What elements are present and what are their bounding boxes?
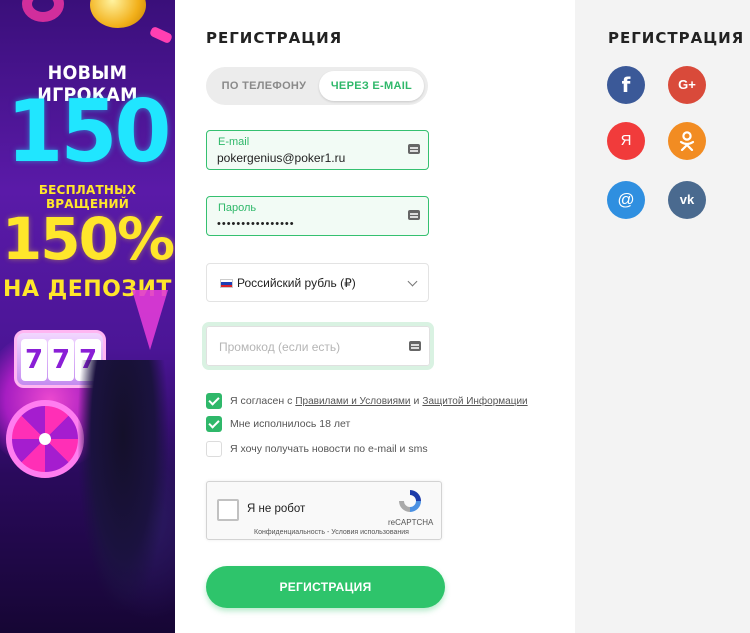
google-plus-login-button[interactable]: G+ xyxy=(668,66,706,104)
terms-link[interactable]: Правилами и Условиями xyxy=(295,396,410,407)
autofill-key-icon[interactable] xyxy=(408,144,420,154)
recaptcha-label: Я не робот xyxy=(247,503,306,515)
registration-page: НОВЫМ ИГРОКАМ 150 БЕСПЛАТНЫХ ВРАЩЕНИЙ 15… xyxy=(0,0,750,633)
social-title: РЕГИСТРАЦИЯ xyxy=(608,29,745,47)
vkontakte-login-button[interactable]: vk xyxy=(668,181,706,219)
age-confirm-row: Мне исполнилось 18 лет xyxy=(206,415,350,433)
recaptcha-links[interactable]: Конфиденциальность - Условия использован… xyxy=(254,529,409,536)
banner-ring-decoration xyxy=(22,0,64,22)
email-input[interactable] xyxy=(217,149,402,166)
promo-banner[interactable]: НОВЫМ ИГРОКАМ 150 БЕСПЛАТНЫХ ВРАЩЕНИЙ 15… xyxy=(0,0,175,633)
terms-checkbox[interactable] xyxy=(206,393,222,409)
registration-method-tabs: ПО ТЕЛЕФОНУ ЧЕРЕЗ E-MAIL xyxy=(206,67,428,105)
newsletter-row: Я хочу получать новости по e-mail и sms xyxy=(206,440,428,458)
recaptcha-checkbox[interactable] xyxy=(217,499,239,521)
vk-icon: vk xyxy=(679,192,695,207)
russia-flag-icon xyxy=(220,279,233,288)
facebook-login-button[interactable]: f xyxy=(607,66,645,104)
google-plus-icon: G+ xyxy=(678,77,696,92)
yandex-icon: Я xyxy=(620,132,632,149)
at-sign-icon: @ xyxy=(617,190,635,209)
facebook-icon: f xyxy=(621,73,631,97)
promo-code-input[interactable] xyxy=(219,339,399,355)
autofill-key-icon[interactable] xyxy=(409,341,421,351)
recaptcha-brand: reCAPTCHA xyxy=(388,518,434,527)
autofill-key-icon[interactable] xyxy=(408,210,420,220)
password-label: Пароль xyxy=(218,202,257,214)
odnoklassniki-login-button[interactable] xyxy=(668,122,706,160)
registration-form: РЕГИСТРАЦИЯ ПО ТЕЛЕФОНУ ЧЕРЕЗ E-MAIL E-m… xyxy=(175,0,575,633)
currency-select[interactable]: Российский рубль (₽) xyxy=(206,263,429,302)
form-title: РЕГИСТРАЦИЯ xyxy=(206,29,343,47)
chevron-down-icon xyxy=(407,276,418,287)
recaptcha-widget: Я не робот reCAPTCHA Конфиденциальность … xyxy=(206,481,442,540)
promo-code-field[interactable] xyxy=(202,322,434,370)
tab-by-phone[interactable]: ПО ТЕЛЕФОНУ xyxy=(210,71,318,101)
email-label: E-mail xyxy=(218,136,250,148)
roulette-wheel-illustration xyxy=(6,400,84,478)
recaptcha-logo-icon xyxy=(399,490,421,512)
register-submit-button[interactable]: РЕГИСТРАЦИЯ xyxy=(206,566,445,608)
social-registration-panel: РЕГИСТРАЦИЯ f G+ Я @ vk xyxy=(575,0,750,633)
email-field[interactable]: E-mail xyxy=(206,130,429,170)
terms-agreement-row: Я согласен с Правилами и Условиями и Защ… xyxy=(206,392,531,410)
currency-value: Российский рубль (₽) xyxy=(237,276,356,290)
age-checkbox[interactable] xyxy=(206,416,222,432)
yandex-login-button[interactable]: Я xyxy=(607,122,645,160)
banner-deposit-percent: 150% xyxy=(1,205,175,273)
mail-ru-login-button[interactable]: @ xyxy=(607,181,645,219)
tab-by-email[interactable]: ЧЕРЕЗ E-MAIL xyxy=(319,71,424,101)
banner-coin-decoration xyxy=(90,0,146,28)
banner-v-logo xyxy=(132,290,168,350)
password-input[interactable] xyxy=(217,215,402,232)
newsletter-checkbox[interactable] xyxy=(206,441,222,457)
privacy-link[interactable]: Защитой Информации xyxy=(422,396,527,407)
banner-spins-count: 150 xyxy=(6,82,171,182)
odnoklassniki-icon xyxy=(679,131,695,152)
character-illustration xyxy=(78,360,168,610)
password-field[interactable]: Пароль xyxy=(206,196,429,236)
